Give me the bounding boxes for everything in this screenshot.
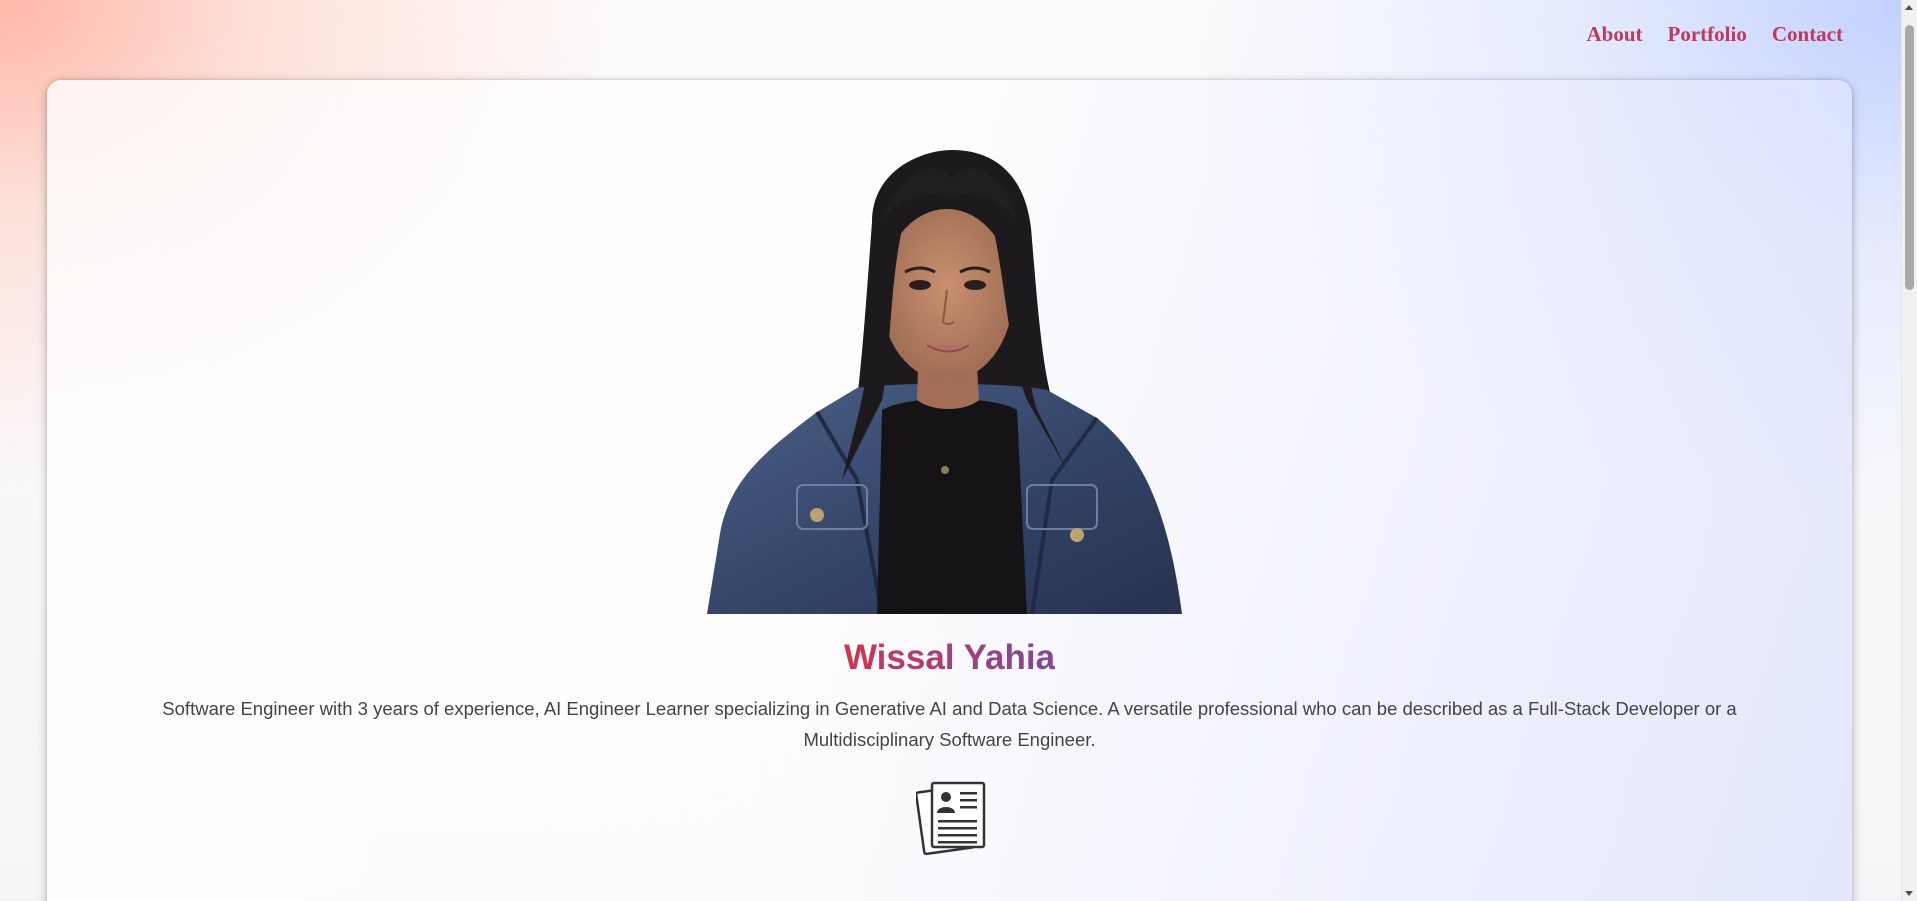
profile-name: Wissal Yahia <box>843 638 1056 677</box>
nav-link-contact[interactable]: Contact <box>1772 22 1843 47</box>
profile-card: Wissal Yahia Software Engineer with 3 ye… <box>47 80 1852 901</box>
nav-link-about[interactable]: About <box>1587 22 1643 47</box>
scrollbar-thumb[interactable] <box>1905 25 1914 290</box>
scroll-down-arrow-icon[interactable] <box>1905 891 1913 896</box>
profile-photo <box>707 150 1182 614</box>
profile-bio: Software Engineer with 3 years of experi… <box>162 698 1737 750</box>
top-navigation: About Portfolio Contact <box>1587 22 1844 47</box>
page-scrollbar[interactable] <box>1901 0 1917 901</box>
resume-document-icon[interactable] <box>916 780 988 856</box>
scroll-up-arrow-icon[interactable] <box>1905 5 1913 10</box>
nav-link-portfolio[interactable]: Portfolio <box>1668 22 1747 47</box>
